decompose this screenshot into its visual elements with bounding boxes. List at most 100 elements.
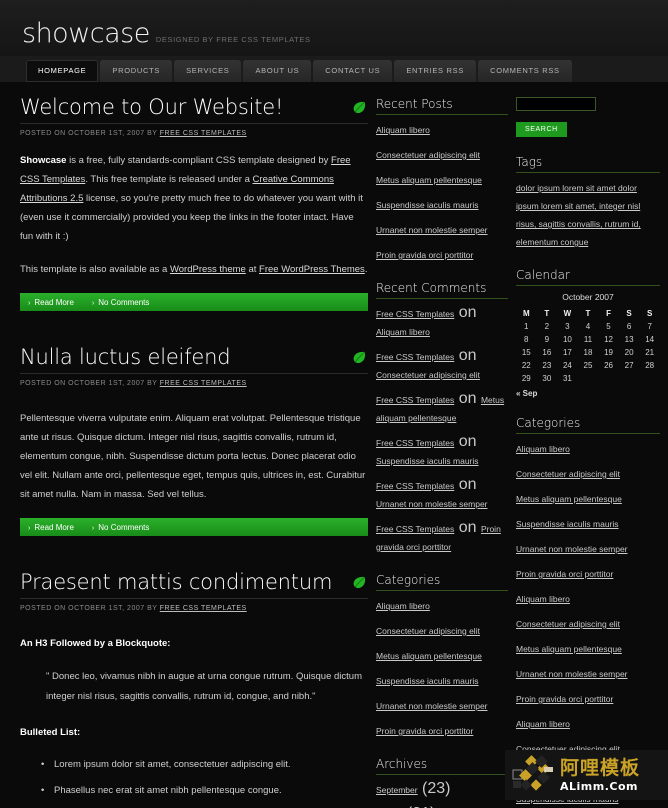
list-item-link[interactable]: Suspendisse iaculis mauris — [376, 676, 479, 686]
post-title[interactable]: Praesent mattis condimentum — [20, 570, 368, 594]
site-logo[interactable]: showcase — [22, 18, 150, 49]
list-item-link[interactable]: Aliquam libero — [376, 601, 430, 611]
nav-item-homepage[interactable]: HOMEPAGE — [26, 60, 99, 82]
comment-author-link[interactable]: Free CSS Templates — [376, 395, 454, 405]
comment-post-link[interactable]: Consectetuer adipiscing elit — [376, 370, 480, 380]
list-item-link[interactable]: Aliquam libero — [516, 444, 570, 454]
calendar-day[interactable]: 13 — [619, 333, 640, 346]
comment-author-link[interactable]: Free CSS Templates — [376, 438, 454, 448]
list-item-link[interactable]: Consectetuer adipiscing elit — [376, 150, 480, 160]
list-item-link[interactable]: Aliquam libero — [516, 719, 570, 729]
list-item-link[interactable]: Proin gravida orci porttitor — [376, 250, 473, 260]
comment-author-link[interactable]: Free CSS Templates — [376, 524, 454, 534]
comment-post-link[interactable]: Suspendisse iaculis mauris — [376, 456, 479, 466]
comment-post-link[interactable]: Aliquam libero — [376, 327, 430, 337]
calendar-day[interactable]: 17 — [557, 346, 578, 359]
widget-categories-left: Categories Aliquam libero Consectetuer ad… — [376, 573, 508, 739]
comment-author-link[interactable]: Free CSS Templates — [376, 481, 454, 491]
list-item: Proin gravida orci porttitor — [516, 564, 660, 582]
wordpress-theme-link[interactable]: WordPress theme — [170, 264, 246, 275]
search-input[interactable] — [517, 102, 595, 115]
list-item: Aliquam libero — [516, 589, 660, 607]
calendar-day[interactable]: 25 — [578, 359, 599, 372]
list-item-link[interactable]: Urnanet non molestie semper — [376, 225, 488, 235]
calendar-day[interactable]: 20 — [619, 346, 640, 359]
list-item-link[interactable]: Aliquam libero — [516, 594, 570, 604]
calendar-day[interactable]: 26 — [598, 359, 619, 372]
calendar-day[interactable]: 12 — [598, 333, 619, 346]
list-item-link[interactable]: Urnanet non molestie semper — [516, 669, 628, 679]
calendar-day[interactable]: 28 — [639, 359, 660, 372]
list-item-link[interactable]: Proin gravida orci porttitor — [516, 569, 613, 579]
comment-author-link[interactable]: Free CSS Templates — [376, 352, 454, 362]
nav-item-services[interactable]: SERVICES — [174, 60, 242, 82]
calendar-day[interactable]: 31 — [557, 372, 578, 385]
calendar-day[interactable]: 27 — [619, 359, 640, 372]
post-author-link[interactable]: FREE CSS TEMPLATES — [160, 130, 247, 137]
nav-item-contact-us[interactable]: CONTACT US — [313, 60, 393, 82]
list-item-link[interactable]: Metus aliquam pellentesque — [376, 175, 482, 185]
widget-title: Categories — [516, 416, 660, 434]
calendar-day[interactable]: 14 — [639, 333, 660, 346]
calendar-weekday: T — [544, 309, 550, 318]
list-item-link[interactable]: Consectetuer adipiscing elit — [516, 619, 620, 629]
list-item-link[interactable]: Metus aliquam pellentesque — [516, 644, 622, 654]
nav-item-products[interactable]: PRODUCTS — [100, 60, 173, 82]
list-item-link[interactable]: Proin gravida orci porttitor — [376, 726, 473, 736]
post-title[interactable]: Nulla luctus eleifend — [20, 345, 368, 369]
comments-link[interactable]: › No Comments — [92, 298, 149, 307]
read-more-link[interactable]: › Read More — [28, 523, 74, 532]
calendar-prev-month-link[interactable]: « Sep — [516, 389, 537, 398]
calendar-day[interactable]: 9 — [537, 333, 558, 346]
calendar-day[interactable]: 2 — [537, 320, 558, 333]
comment-post-link[interactable]: Urnanet non molestie semper — [376, 499, 488, 509]
list-item-link[interactable]: Urnanet non molestie semper — [516, 544, 628, 554]
search-box[interactable] — [516, 97, 596, 115]
comment-on-text: on — [454, 304, 477, 321]
list-item-link[interactable]: Consectetuer adipiscing elit — [376, 626, 480, 636]
calendar-day[interactable]: 15 — [516, 346, 537, 359]
calendar-day[interactable]: 24 — [557, 359, 578, 372]
calendar-day[interactable]: 16 — [537, 346, 558, 359]
tag-cloud-text[interactable]: dolor ipsum lorem sit amet dolor ipsum l… — [516, 183, 641, 247]
post-author-link[interactable]: FREE CSS TEMPLATES — [160, 605, 247, 612]
calendar-day[interactable]: 7 — [639, 320, 660, 333]
list-item-link[interactable]: Metus aliquam pellentesque — [516, 494, 622, 504]
calendar-day[interactable]: 10 — [557, 333, 578, 346]
archive-month-link[interactable]: September — [376, 785, 418, 795]
calendar-day[interactable]: 6 — [619, 320, 640, 333]
list-item-link[interactable]: Suspendisse iaculis mauris — [376, 200, 479, 210]
post-title-row: Praesent mattis condimentum — [20, 570, 368, 599]
nav-item-entries-rss[interactable]: ENTRIES RSS — [394, 60, 477, 82]
nav-item-about-us[interactable]: ABOUT US — [243, 60, 312, 82]
list-item-link[interactable]: Urnanet non molestie semper — [376, 701, 488, 711]
calendar-day[interactable]: 23 — [537, 359, 558, 372]
list-item-link[interactable]: Aliquam libero — [376, 125, 430, 135]
list-item-link[interactable]: Proin gravida orci porttitor — [516, 694, 613, 704]
calendar-day[interactable]: 18 — [578, 346, 599, 359]
calendar-day[interactable]: 3 — [557, 320, 578, 333]
comments-link[interactable]: › No Comments — [92, 523, 149, 532]
page-root: showcase DESIGNED BY FREE CSS TEMPLATES … — [0, 0, 668, 808]
search-button[interactable]: SEARCH — [516, 122, 567, 137]
calendar-day[interactable]: 5 — [598, 320, 619, 333]
free-wordpress-themes-link[interactable]: Free WordPress Themes — [259, 264, 365, 275]
calendar-day[interactable]: 19 — [598, 346, 619, 359]
leaf-icon — [353, 351, 366, 364]
list-item-link[interactable]: Consectetuer adipiscing elit — [516, 469, 620, 479]
calendar-day[interactable]: 29 — [516, 372, 537, 385]
comment-author-link[interactable]: Free CSS Templates — [376, 309, 454, 319]
calendar-day[interactable]: 21 — [639, 346, 660, 359]
calendar-day[interactable]: 8 — [516, 333, 537, 346]
post-title[interactable]: Welcome to Our Website! — [20, 95, 368, 119]
nav-item-comments-rss[interactable]: COMMENTS RSS — [478, 60, 572, 82]
list-item-link[interactable]: Suspendisse iaculis mauris — [516, 519, 619, 529]
calendar-day[interactable]: 22 — [516, 359, 537, 372]
read-more-link[interactable]: › Read More — [28, 298, 74, 307]
calendar-day[interactable]: 11 — [578, 333, 599, 346]
calendar-day[interactable]: 30 — [537, 372, 558, 385]
calendar-day[interactable]: 4 — [578, 320, 599, 333]
calendar-day[interactable]: 1 — [516, 320, 537, 333]
list-item-link[interactable]: Metus aliquam pellentesque — [376, 651, 482, 661]
post-author-link[interactable]: FREE CSS TEMPLATES — [160, 380, 247, 387]
